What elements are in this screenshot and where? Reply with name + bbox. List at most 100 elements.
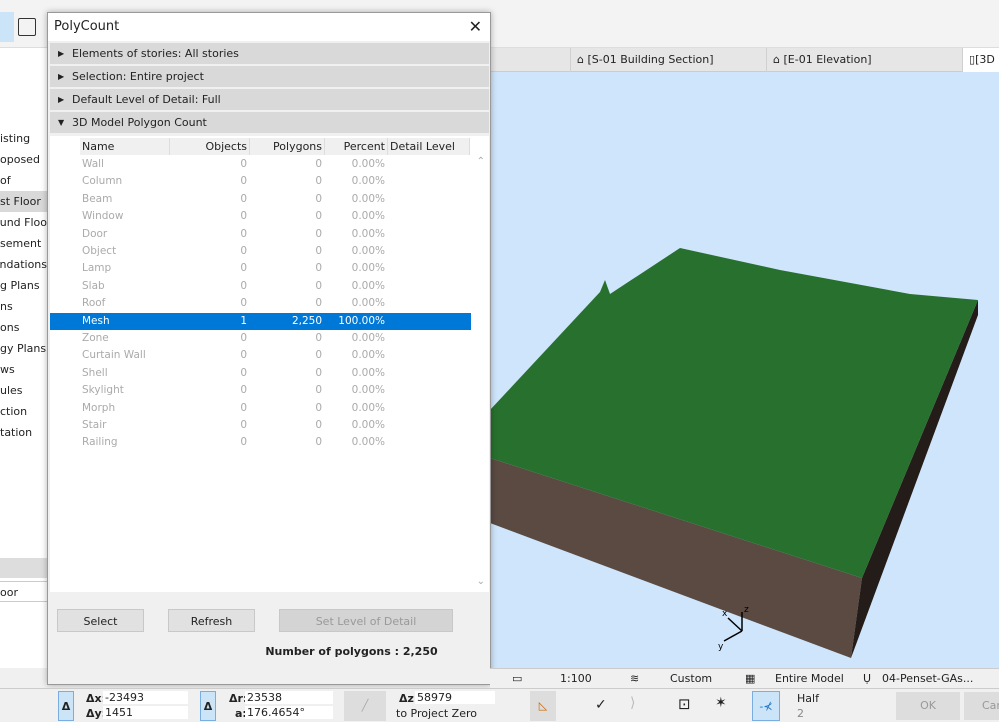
sidebar-item[interactable]: oposed — [0, 149, 47, 170]
table-cell: Shell — [82, 366, 108, 379]
set-level-of-detail-button[interactable]: Set Level of Detail — [279, 609, 453, 632]
tab-building-section[interactable]: ⌂ [S-01 Building Section] — [570, 48, 766, 72]
cancel-button[interactable]: Can — [964, 692, 999, 720]
refresh-button[interactable]: Refresh — [168, 609, 255, 632]
snap-mode-label[interactable]: Half — [797, 692, 819, 705]
layer-combo-select[interactable]: Custom — [670, 672, 712, 685]
table-row[interactable]: Wall 0 0 0.00% — [50, 156, 471, 173]
grid-snap-icon[interactable]: ⊡ — [678, 695, 691, 713]
section-header[interactable]: ▶ Selection: Entire project — [50, 66, 489, 87]
column-header[interactable]: Name — [80, 138, 170, 155]
sidebar-item[interactable]: gy Plans — [0, 338, 47, 359]
dr-field[interactable]: 23538 — [245, 691, 333, 704]
table-cell: 0.00% — [351, 419, 385, 431]
section-label: Default Level of Detail: Full — [72, 93, 221, 106]
sidebar-item[interactable]: sement — [0, 233, 47, 254]
table-cell: Zone — [82, 332, 109, 344]
table-row[interactable]: Zone 0 0 0.00% — [50, 330, 471, 347]
table-cell: Lamp — [82, 262, 112, 275]
table-row[interactable]: Beam 0 0 0.00% — [50, 191, 471, 208]
dialog-title: PolyCount — [54, 19, 120, 34]
select-button[interactable]: Select — [57, 609, 144, 632]
sidebar-item[interactable]: ction — [0, 401, 47, 422]
table-row[interactable]: Stair 0 0 0.00% — [50, 417, 471, 434]
line-tool-icon[interactable]: ╱ — [344, 691, 386, 721]
snap-half-icon[interactable]: -⊀ — [752, 691, 780, 721]
table-cell: 0 — [315, 158, 322, 170]
section-header[interactable]: ▼ 3D Model Polygon Count — [50, 112, 489, 133]
caret-right-icon: ▶ — [58, 95, 65, 104]
table-cell: Stair — [82, 419, 107, 431]
3d-viewport[interactable]: x z y — [490, 72, 999, 668]
sidebar-item[interactable]: ws — [0, 359, 47, 380]
table-row[interactable]: Window 0 0 0.00% — [50, 208, 471, 225]
table-cell: 0.00% — [351, 175, 385, 188]
column-header[interactable]: Polygons — [250, 138, 325, 155]
sidebar-item[interactable]: tation — [0, 422, 47, 443]
tab-3d[interactable]: ▯[3D — [962, 48, 999, 72]
snap-icon[interactable]: ⟩ — [630, 695, 635, 711]
model-view-select[interactable]: Entire Model — [775, 672, 844, 685]
axis-z-label: z — [744, 605, 749, 615]
table-cell: 0.00% — [351, 297, 385, 310]
story-field[interactable]: oor — [0, 581, 47, 602]
column-header[interactable]: Percent — [325, 138, 388, 155]
scale-select[interactable]: 1:100 — [560, 672, 592, 685]
table-cell: 0.00% — [351, 384, 385, 397]
sidebar-item[interactable]: round Floo — [0, 212, 47, 233]
sidebar-item[interactable]: ons — [0, 317, 47, 338]
sidebar-item[interactable]: st Floor — [0, 191, 47, 212]
table-row[interactable]: Roof 0 0 0.00% — [50, 295, 471, 312]
delta-icon[interactable]: Δ — [58, 691, 74, 721]
table-cell: 0 — [240, 401, 247, 414]
navigator-sidebar: istingoposedofst Floorround Floosementun… — [0, 48, 47, 668]
sidebar-item[interactable]: undations — [0, 254, 47, 275]
angle-field[interactable]: 176.4654° — [245, 706, 333, 719]
sidebar-item[interactable]: ules — [0, 380, 47, 401]
dz-field[interactable]: 58979 — [415, 691, 495, 704]
table-row[interactable]: Slab 0 0 0.00% — [50, 278, 471, 295]
table-row[interactable]: Morph 0 0 0.00% — [50, 400, 471, 417]
table-row[interactable]: Shell 0 0 0.00% — [50, 365, 471, 382]
floor-plan-icon[interactable] — [0, 12, 14, 42]
table-row[interactable]: Lamp 0 0 0.00% — [50, 260, 471, 277]
table-cell: 0 — [315, 332, 322, 344]
table-cell: 0 — [240, 384, 247, 397]
table-row[interactable]: Railing 0 0 0.00% — [50, 434, 471, 451]
sidebar-item[interactable]: ns — [0, 296, 47, 317]
table-row[interactable]: Column 0 0 0.00% — [50, 173, 471, 190]
section-header[interactable]: ▶ Elements of stories: All stories — [50, 43, 489, 64]
ruler-icon: ▭ — [512, 672, 523, 685]
ok-button[interactable]: OK — [896, 692, 960, 720]
delta-polar-icon[interactable]: Δ — [200, 691, 216, 721]
pen-set-select[interactable]: 04-Penset-GAs... — [882, 672, 973, 685]
close-icon[interactable]: ✕ — [469, 13, 482, 41]
reference-select[interactable]: to Project Zero — [396, 707, 477, 720]
scroll-up-icon[interactable]: ⌃ — [477, 156, 485, 167]
column-header[interactable]: Objects — [170, 138, 250, 155]
table-row[interactable]: Object 0 0 0.00% — [50, 243, 471, 260]
magic-wand-icon[interactable]: ✶ — [715, 695, 727, 711]
table-row[interactable]: Door 0 0 0.00% — [50, 226, 471, 243]
column-header[interactable]: Detail Level — [388, 138, 470, 155]
table-row[interactable]: Curtain Wall 0 0 0.00% — [50, 347, 471, 364]
dx-field[interactable]: -23493 — [103, 691, 188, 704]
dy-field[interactable]: 1451 — [103, 706, 188, 719]
sidebar-item[interactable]: isting — [0, 128, 47, 149]
sidebar-item[interactable]: g Plans — [0, 275, 47, 296]
table-cell: 0 — [240, 419, 247, 431]
layout-icon[interactable] — [18, 18, 36, 36]
tab-elevation[interactable]: ⌂ [E-01 Elevation] — [766, 48, 962, 72]
sidebar-item[interactable]: of — [0, 170, 47, 191]
table-cell: 0 — [315, 227, 322, 240]
table-row[interactable]: Skylight 0 0 0.00% — [50, 382, 471, 399]
section-header[interactable]: ▶ Default Level of Detail: Full — [50, 89, 489, 110]
check-icon[interactable]: ✓ — [595, 697, 607, 713]
guide-icon[interactable]: ◺ — [530, 691, 556, 721]
table-cell: 0 — [315, 297, 322, 310]
scroll-down-icon[interactable]: ⌄ — [477, 576, 485, 587]
table-row[interactable]: Mesh 1 2,250 100.00% — [50, 312, 471, 330]
table-cell: Door — [82, 227, 108, 240]
view-settings-bar: ▭ 1:100 ≋ Custom ▦ Entire Model Ụ 04-Pen… — [490, 668, 999, 688]
total-polygons: Number of polygons : 2,250 — [265, 645, 438, 658]
